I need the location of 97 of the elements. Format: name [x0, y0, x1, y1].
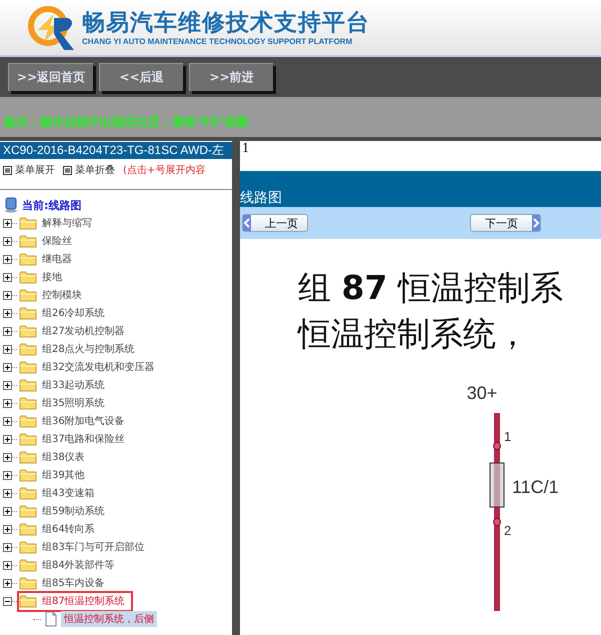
tree-item[interactable]: 组87恒温控制系统 — [40, 594, 127, 608]
list-icon — [63, 166, 72, 174]
section-title: 线路图 — [240, 189, 282, 207]
tree-item[interactable]: 恒温控制系统，后侧 — [61, 611, 157, 627]
left-arrow-icon[interactable] — [243, 215, 251, 231]
expand-toggle-icon[interactable] — [3, 452, 12, 462]
expand-toggle-icon[interactable] — [3, 218, 12, 228]
nav-button[interactable]: >>前进 — [189, 63, 274, 91]
page-number: 1 — [241, 141, 250, 158]
expand-toggle-icon[interactable] — [3, 362, 12, 372]
expand-toggle-icon[interactable] — [3, 326, 12, 336]
expand-toggle-icon[interactable] — [3, 506, 12, 516]
tree-item[interactable]: 组38仪表 — [40, 450, 87, 464]
expand-toggle-icon[interactable] — [3, 236, 12, 246]
document-icon — [44, 611, 58, 627]
folder-icon — [19, 486, 37, 500]
tree-item[interactable]: 保险丝 — [40, 234, 74, 248]
tree-item[interactable]: 组59制动系统 — [40, 504, 107, 518]
hint-text: (点击+号展开内容 — [123, 164, 206, 177]
folder-icon — [19, 252, 37, 266]
tree-item[interactable]: 接地 — [40, 270, 64, 284]
supply-label: 30+ — [466, 383, 498, 403]
diagram-heading: 组 87 恒温控制系 — [298, 267, 564, 309]
tree-item[interactable]: 组27发动机控制器 — [40, 324, 127, 338]
tree-item[interactable]: 组32交流发电机和变压器 — [40, 360, 157, 374]
folder-icon — [19, 558, 37, 572]
expand-toggle-icon[interactable] — [3, 254, 12, 264]
folder-icon — [19, 594, 37, 608]
model-title: XC90-2016-B4204T23-TG-81SC AWD-左 — [0, 142, 232, 159]
folder-icon — [19, 324, 37, 338]
folder-icon — [19, 396, 37, 410]
pin-label: 2 — [504, 523, 512, 538]
tree-item[interactable]: 组39其他 — [40, 468, 87, 482]
tree-item[interactable]: 组26冷却系统 — [40, 306, 107, 320]
folder-icon — [19, 576, 37, 590]
tree-item[interactable]: 继电器 — [40, 252, 74, 266]
folder-icon — [19, 234, 37, 248]
expand-toggle-icon[interactable] — [3, 290, 12, 300]
tree-item[interactable]: 组28点火与控制系统 — [40, 342, 137, 356]
computer-icon — [4, 197, 18, 213]
fuse-label: 11C/1 — [512, 477, 559, 497]
list-icon — [3, 166, 12, 174]
folder-icon — [19, 306, 37, 320]
expand-toggle-icon[interactable] — [3, 488, 12, 498]
expand-toggle-icon[interactable] — [3, 416, 12, 426]
tree-item[interactable]: 解释与缩写 — [40, 216, 94, 230]
expand-toggle-icon[interactable] — [3, 398, 12, 408]
expand-toggle-icon[interactable] — [3, 272, 12, 282]
next-page-button[interactable]: 下一页 — [470, 214, 541, 232]
expand-toggle-icon[interactable] — [3, 380, 12, 390]
tree-item[interactable]: 组84外装部件等 — [40, 558, 117, 572]
pin-label: 1 — [504, 429, 512, 444]
folder-icon — [19, 342, 37, 356]
fuse-symbol — [490, 462, 504, 508]
site-subtitle: CHANG YI AUTO MAINTENANCE TECHNOLOGY SUPPORT PLATFORM — [82, 37, 354, 46]
collapse-toggle-icon[interactable] — [3, 596, 12, 606]
folder-icon — [19, 378, 37, 392]
tree-item[interactable]: 组35照明系统 — [40, 396, 107, 410]
tree-item[interactable]: 组37电路和保险丝 — [40, 432, 127, 446]
expand-toggle-icon[interactable] — [3, 470, 12, 480]
previous-page-button[interactable]: 上一页 — [242, 214, 308, 232]
folder-icon — [19, 504, 37, 518]
diagram-heading: 恒温控制系统， — [298, 313, 530, 355]
pin-dot — [493, 442, 501, 450]
notice-text: 提示：操作过程中出现空白页，请按"F5"刷新 — [0, 97, 601, 137]
nav-button[interactable]: >>返回首页 — [8, 63, 94, 91]
pin-dot — [493, 518, 501, 526]
expand-toggle-icon[interactable] — [3, 434, 12, 444]
tree-item[interactable]: 组83车门与可开启部位 — [40, 540, 147, 554]
collapse-menu-link[interactable]: 菜单折叠 — [75, 163, 115, 177]
folder-icon — [19, 432, 37, 446]
site-title: 畅易汽车维修技术支持平台 — [82, 9, 370, 37]
expand-toggle-icon[interactable] — [3, 524, 12, 534]
expand-menu-link[interactable]: 菜单展开 — [15, 163, 55, 177]
tree-item[interactable]: 组43变速箱 — [40, 486, 97, 500]
folder-icon — [19, 522, 37, 536]
right-arrow-icon[interactable] — [532, 215, 540, 231]
tree-item[interactable]: 组85车内设备 — [40, 576, 107, 590]
folder-icon — [19, 540, 37, 554]
tree-item[interactable]: 控制模块 — [40, 288, 84, 302]
tree-item[interactable]: 组36附加电气设备 — [40, 414, 127, 428]
folder-icon — [19, 270, 37, 284]
expand-toggle-icon[interactable] — [3, 308, 12, 318]
folder-icon — [19, 468, 37, 482]
expand-toggle-icon[interactable] — [3, 344, 12, 354]
tree-item[interactable]: 组33起动系统 — [40, 378, 107, 392]
folder-icon — [19, 360, 37, 374]
nav-button[interactable]: <<后退 — [99, 63, 184, 91]
expand-toggle-icon[interactable] — [3, 578, 12, 588]
expand-toggle-icon[interactable] — [3, 542, 12, 552]
folder-icon — [19, 216, 37, 230]
folder-icon — [19, 414, 37, 428]
folder-icon — [19, 288, 37, 302]
folder-icon — [19, 450, 37, 464]
current-location: 当前:线路图 — [22, 198, 82, 212]
tree-item[interactable]: 组64转向系 — [40, 522, 97, 536]
expand-toggle-icon[interactable] — [3, 560, 12, 570]
